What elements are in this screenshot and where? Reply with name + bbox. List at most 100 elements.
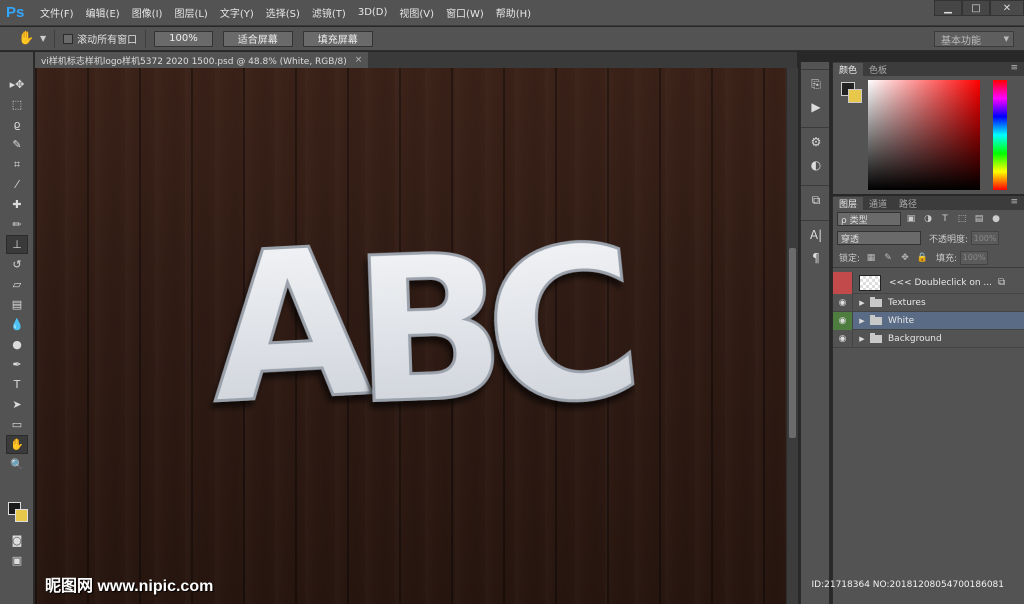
lock-label: 锁定:	[839, 254, 861, 264]
hand-tool-icon[interactable]: ✋	[18, 30, 36, 48]
menu-type[interactable]: 文字(Y)	[220, 5, 254, 20]
eye-icon[interactable]: ◉	[833, 329, 853, 348]
menu-layer[interactable]: 图层(L)	[174, 5, 207, 20]
adjustments-panel-icon[interactable]: ◐	[805, 155, 827, 175]
close-tab-icon[interactable]: ×	[355, 55, 363, 65]
path-select-tool-icon[interactable]: ➤	[6, 395, 28, 414]
minimize-button[interactable]: ▁	[934, 0, 962, 16]
actions-panel-icon[interactable]: ▶	[805, 97, 827, 117]
hand-tool-active-icon[interactable]: ✋	[6, 435, 28, 454]
dodge-tool-icon[interactable]: ●	[6, 335, 28, 354]
dock-grip[interactable]	[801, 62, 829, 70]
expand-arrow-icon[interactable]: ▶	[857, 335, 867, 343]
quick-mask-icon[interactable]: ◙	[6, 531, 28, 550]
menu-image[interactable]: 图像(I)	[132, 5, 163, 20]
color-spectrum[interactable]	[868, 80, 980, 190]
menu-3d[interactable]: 3D(D)	[358, 7, 388, 18]
eye-icon[interactable]: ◉	[833, 293, 853, 312]
clone-source-panel-icon[interactable]: ⧉	[805, 190, 827, 210]
type-tool-icon[interactable]: T	[6, 375, 28, 394]
eraser-tool-icon[interactable]: ▱	[6, 275, 28, 294]
adjustment-filter-icon[interactable]: ◑	[921, 212, 935, 226]
smart-object-filter-icon[interactable]: ▤	[972, 212, 986, 226]
menu-help[interactable]: 帮助(H)	[496, 5, 531, 20]
layer-row-smart-object[interactable]: <<< Doubleclick on ... ⧉	[833, 271, 1024, 294]
zoom-tool-icon[interactable]: 🔍	[6, 455, 28, 474]
tab-color[interactable]: 颜色	[833, 63, 864, 76]
folder-icon	[870, 314, 882, 325]
eye-icon[interactable]: ◉	[833, 311, 853, 330]
shape-tool-icon[interactable]: ▭	[6, 415, 28, 434]
tool-preset-caret-icon[interactable]: ▼	[40, 34, 46, 43]
lasso-tool-icon[interactable]: ϱ	[6, 115, 28, 134]
brush-tool-icon[interactable]: ✏	[6, 215, 28, 234]
layer-name: <<< Doubleclick on ...	[889, 277, 992, 288]
layer-filter-select[interactable]: ρ 类型	[837, 212, 901, 226]
crop-tool-icon[interactable]: ⌗	[6, 155, 28, 174]
history-panel-icon[interactable]: ⎘	[805, 74, 827, 94]
panel-menu-icon[interactable]: ≡	[1010, 63, 1018, 73]
gradient-tool-icon[interactable]: ▤	[6, 295, 28, 314]
blur-tool-icon[interactable]: 💧	[6, 315, 28, 334]
menu-filter[interactable]: 滤镜(T)	[312, 5, 346, 20]
lock-transparent-icon[interactable]: ▦	[865, 252, 877, 264]
character-panel-icon[interactable]: A|	[805, 225, 827, 245]
paragraph-panel-icon[interactable]: ¶	[805, 248, 827, 268]
menu-edit[interactable]: 编辑(E)	[86, 5, 120, 20]
history-brush-tool-icon[interactable]: ↺	[6, 255, 28, 274]
properties-panel-icon[interactable]: ⚙	[805, 132, 827, 152]
expand-arrow-icon[interactable]: ▶	[857, 299, 867, 307]
opacity-field[interactable]: 100%	[971, 231, 1000, 245]
folder-icon	[870, 332, 882, 343]
lock-position-icon[interactable]: ✥	[899, 252, 911, 264]
opacity-label: 不透明度:	[929, 234, 969, 245]
divider	[801, 120, 829, 128]
hue-slider[interactable]	[993, 80, 1007, 190]
fit-screen-button[interactable]: 适合屏幕	[222, 30, 293, 47]
menu-file[interactable]: 文件(F)	[40, 5, 74, 20]
tab-paths[interactable]: 路径	[893, 197, 923, 210]
pixel-filter-icon[interactable]: ▣	[904, 212, 918, 226]
tab-layers[interactable]: 图层	[833, 197, 864, 210]
document-tab[interactable]: vi样机标志样机logo样机5372 2020 1500.psd @ 48.8%…	[35, 52, 369, 68]
menu-view[interactable]: 视图(V)	[399, 5, 434, 20]
fill-screen-button[interactable]: 填充屏幕	[302, 30, 373, 47]
artwork: A B C	[203, 195, 654, 458]
menu-select[interactable]: 选择(S)	[266, 5, 300, 20]
close-button[interactable]: ✕	[990, 0, 1024, 16]
stamp-tool-icon[interactable]: ⊥	[6, 235, 28, 254]
layer-row-background[interactable]: ◉ ▶ Background	[833, 329, 1024, 348]
tab-swatches[interactable]: 色板	[863, 63, 893, 76]
visibility-toggle[interactable]	[833, 271, 853, 294]
layers-panel-tabs: 图层 通道 路径 ≡	[833, 196, 1024, 210]
expand-arrow-icon[interactable]: ▶	[857, 317, 867, 325]
maximize-button[interactable]: □	[962, 0, 990, 16]
document-canvas[interactable]: A B C 昵图网 www.nipic.com	[35, 68, 786, 604]
fill-field[interactable]: 100%	[960, 250, 989, 265]
type-filter-icon[interactable]: T	[938, 212, 952, 226]
zoom-100-button[interactable]: 100%	[154, 30, 213, 47]
tab-channels[interactable]: 通道	[863, 197, 893, 210]
marquee-tool-icon[interactable]: ⬚	[6, 95, 28, 114]
scroll-all-checkbox[interactable]	[63, 33, 74, 44]
menu-window[interactable]: 窗口(W)	[446, 5, 484, 20]
blend-mode-select[interactable]: 穿透	[837, 231, 921, 245]
healing-brush-tool-icon[interactable]: ✚	[6, 195, 28, 214]
background-color-swatch[interactable]	[848, 89, 862, 103]
lock-pixels-icon[interactable]: ✎	[882, 252, 894, 264]
background-color-swatch[interactable]	[15, 509, 28, 522]
panel-menu-icon[interactable]: ≡	[1010, 197, 1018, 207]
scrollbar-thumb[interactable]	[789, 248, 796, 438]
layer-row-textures[interactable]: ◉ ▶ Textures	[833, 293, 1024, 312]
canvas-vertical-scrollbar[interactable]	[786, 68, 798, 604]
quick-select-tool-icon[interactable]: ✎	[6, 135, 28, 154]
shape-filter-icon[interactable]: ⬚	[955, 212, 969, 226]
layer-row-white[interactable]: ◉ ▶ White	[833, 311, 1024, 330]
lock-all-icon[interactable]: 🔒	[916, 252, 928, 264]
filter-toggle-icon[interactable]: ●	[989, 212, 1003, 226]
pen-tool-icon[interactable]: ✒	[6, 355, 28, 374]
move-tool-icon[interactable]: ▸✥	[6, 75, 28, 94]
screen-mode-icon[interactable]: ▣	[6, 551, 28, 570]
eyedropper-tool-icon[interactable]: ⁄	[6, 175, 28, 194]
workspace-select[interactable]: 基本功能 ▼	[934, 31, 1014, 47]
